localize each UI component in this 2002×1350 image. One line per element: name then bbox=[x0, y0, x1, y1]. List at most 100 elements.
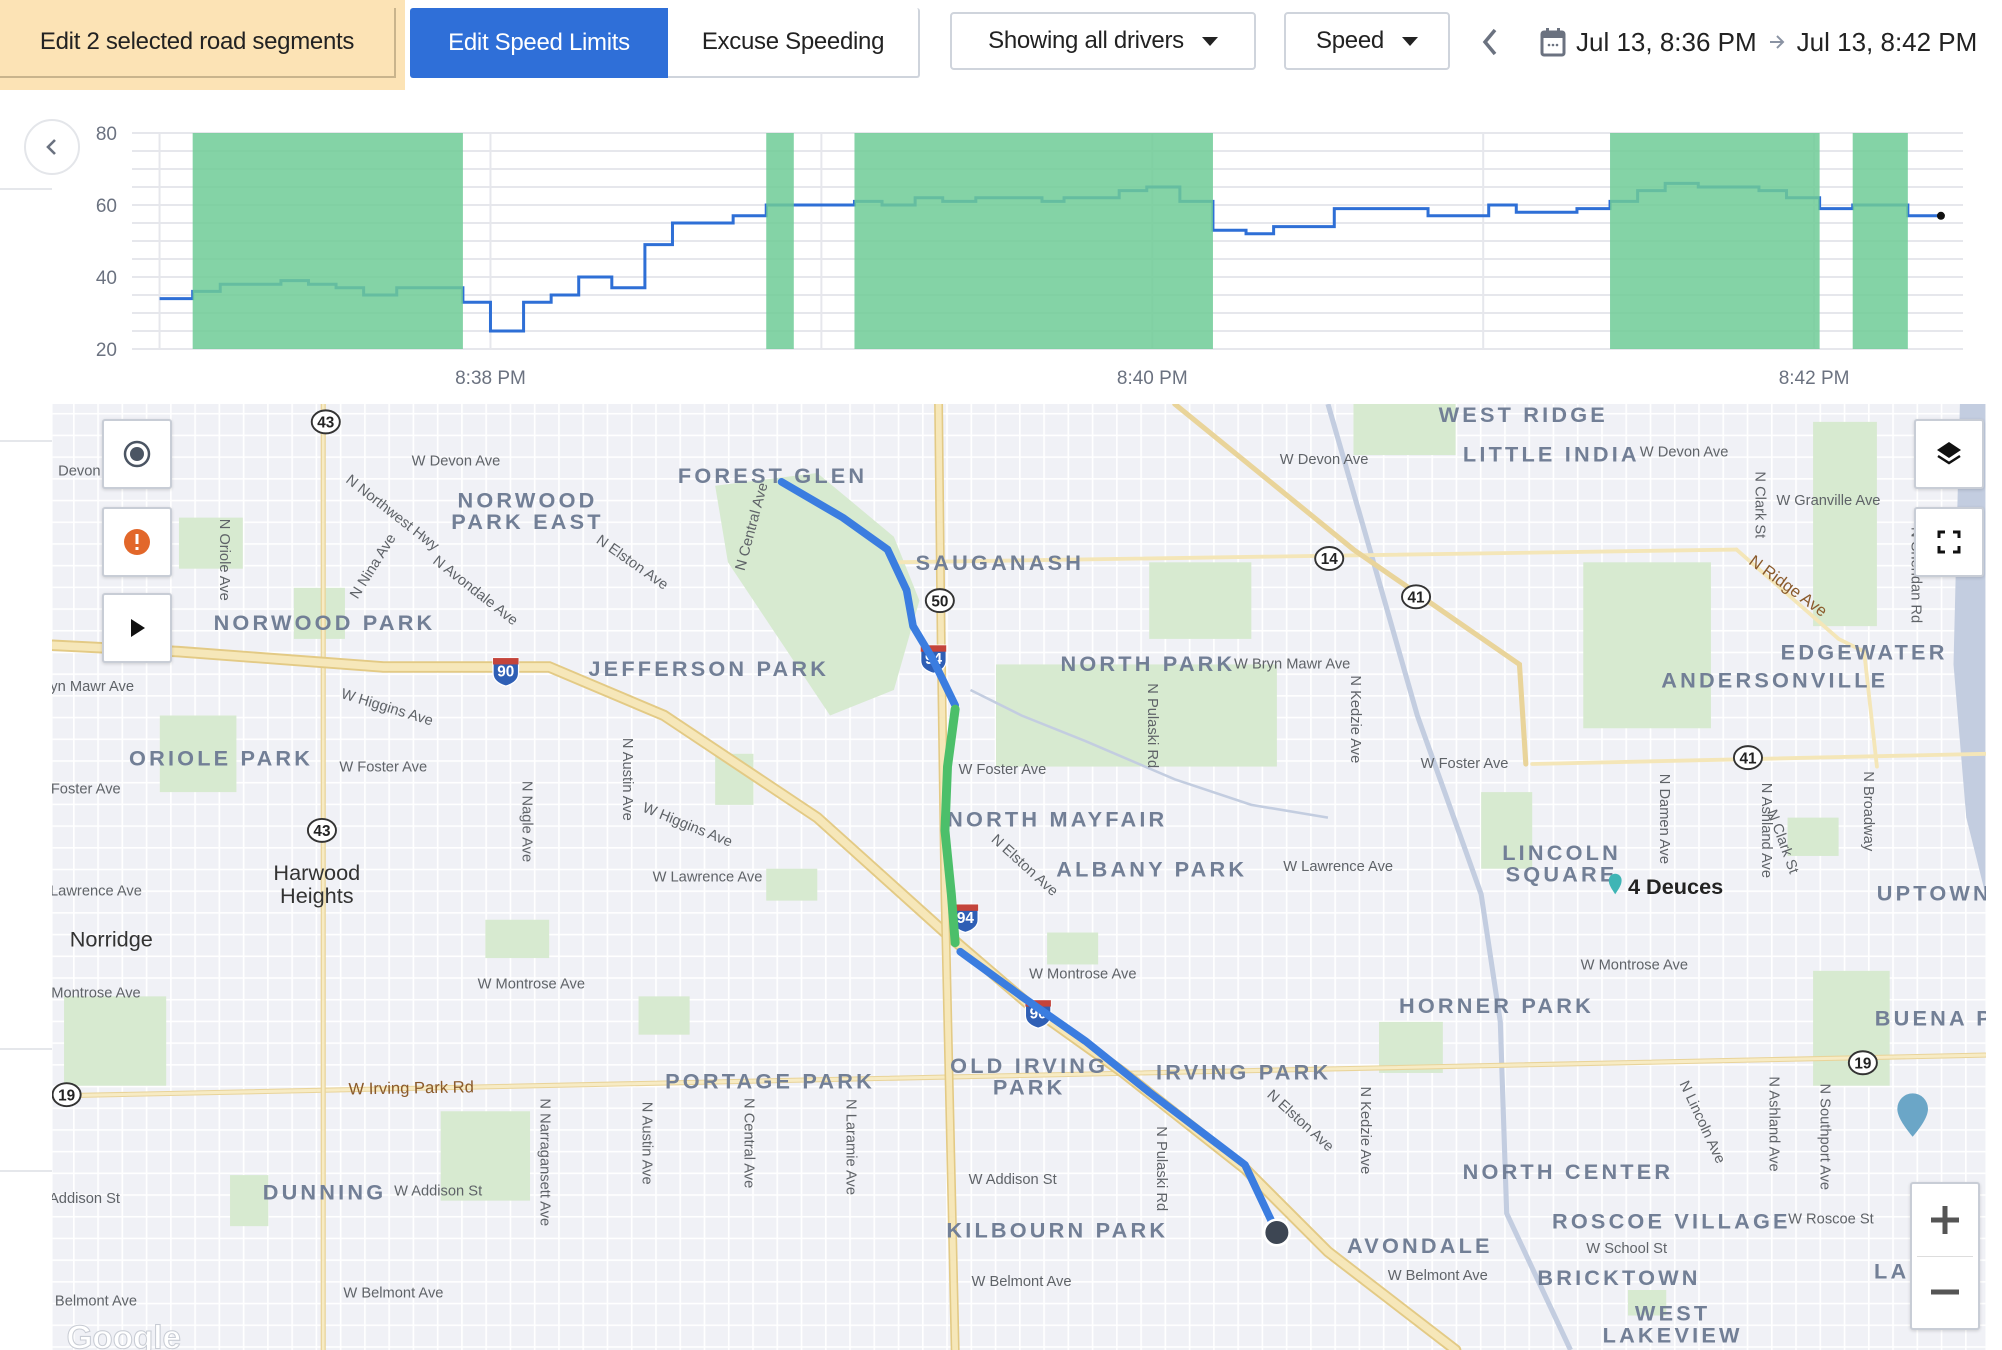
shield-number: 41 bbox=[1408, 590, 1426, 607]
speeding-interval-band[interactable] bbox=[1852, 133, 1908, 349]
major-road-label: W Irving Park Rd bbox=[348, 1077, 474, 1098]
street-label: W Granville Ave bbox=[1776, 493, 1880, 509]
map[interactable]: 43 43 50 14 41 41 19 19 90 94 94 90 WEST RIDGE LITTL… bbox=[52, 404, 1986, 1350]
neighborhood-label: FOREST GLEN bbox=[678, 463, 867, 488]
alerts-button[interactable] bbox=[102, 507, 172, 577]
layers-button[interactable] bbox=[1914, 419, 1984, 489]
neighborhood-label: LITTLE INDIA bbox=[1463, 441, 1640, 466]
zoom-control[interactable] bbox=[1910, 1182, 1980, 1330]
neighborhood-label: NORTH CENTER bbox=[1463, 1159, 1674, 1184]
speeding-interval-band[interactable] bbox=[766, 133, 794, 349]
neighborhood-label: SAUGANASH bbox=[916, 550, 1084, 575]
poi-label: 4 Deuces bbox=[1628, 874, 1723, 899]
street-label: W Belmont Ave bbox=[972, 1274, 1072, 1290]
street-label: W Montrose Ave bbox=[1029, 966, 1136, 982]
speeding-interval-band[interactable] bbox=[854, 133, 1213, 349]
shield-number: 41 bbox=[1739, 750, 1757, 767]
street-label: W Devon Ave bbox=[1280, 452, 1369, 468]
fullscreen-icon bbox=[1937, 530, 1961, 554]
shield-number: 94 bbox=[957, 910, 975, 927]
neighborhood-label: AVONDALE bbox=[1347, 1233, 1493, 1258]
shield-number: 43 bbox=[313, 823, 330, 840]
neighborhood-label: DUNNING bbox=[263, 1179, 387, 1204]
street-label: Addison St bbox=[52, 1191, 120, 1207]
street-label: Montrose Ave bbox=[52, 986, 141, 1002]
shield-number: 14 bbox=[1321, 551, 1339, 568]
current-point bbox=[1936, 211, 1945, 220]
recenter-button[interactable] bbox=[102, 419, 172, 489]
x-tick-label: 8:38 PM bbox=[455, 368, 526, 389]
street-label: W Addison St bbox=[394, 1184, 482, 1200]
y-tick-label: 80 bbox=[96, 124, 117, 145]
street-label: W Foster Ave bbox=[339, 760, 427, 776]
y-tick-label: 20 bbox=[96, 340, 117, 361]
neighborhood-label: BUENA P bbox=[1875, 1006, 1986, 1031]
chevron-left-icon bbox=[46, 139, 56, 155]
play-icon bbox=[131, 619, 145, 637]
neighborhood-label: NORTH MAYFAIR bbox=[947, 807, 1167, 832]
neighborhood-label: PORTAGE PARK bbox=[665, 1068, 875, 1093]
street-label: W School St bbox=[1586, 1241, 1667, 1257]
speeding-interval-band[interactable] bbox=[192, 133, 463, 349]
street-label: N Central Ave bbox=[741, 1098, 757, 1188]
neighborhood-label: LINCOLN SQUARE bbox=[1502, 840, 1621, 887]
neighborhood-label: WEST RIDGE bbox=[1439, 404, 1608, 427]
neighborhood-label: UPTOWN bbox=[1877, 881, 1986, 906]
neighborhood-label: BRICKTOWN bbox=[1537, 1265, 1700, 1290]
chart-collapse-button[interactable] bbox=[24, 119, 80, 175]
neighborhood-label: KILBOURN PARK bbox=[946, 1218, 1168, 1243]
shield-number: 50 bbox=[931, 593, 948, 610]
street-label: W Roscoe St bbox=[1788, 1212, 1874, 1228]
neighborhood-label: ROSCOE VILLAGE bbox=[1552, 1209, 1791, 1234]
neighborhood-label: ORIOLE PARK bbox=[129, 745, 313, 770]
x-tick-label: 8:42 PM bbox=[1779, 368, 1850, 389]
street-label: W Belmont Ave bbox=[1388, 1268, 1488, 1284]
shield-number: 19 bbox=[1854, 1055, 1871, 1072]
play-button[interactable] bbox=[102, 593, 172, 663]
shield-number: 43 bbox=[317, 415, 334, 432]
google-logo: Google bbox=[67, 1320, 181, 1350]
zoom-out-button[interactable] bbox=[1928, 1257, 1962, 1329]
fullscreen-button[interactable] bbox=[1914, 507, 1984, 577]
minus-icon bbox=[1931, 1289, 1959, 1295]
street-label: N Oriole Ave bbox=[216, 519, 232, 601]
street-label: Devon bbox=[58, 463, 100, 479]
street-label: W Montrose Ave bbox=[478, 977, 585, 993]
layers-icon bbox=[1937, 442, 1961, 465]
neighborhood-label: NORWOOD PARK EAST bbox=[451, 487, 603, 534]
street-label: N Nagle Ave bbox=[518, 781, 534, 862]
street-label: N Southport Ave bbox=[1817, 1084, 1833, 1191]
shield-number: 90 bbox=[497, 664, 514, 681]
city-label: Harwood Heights bbox=[273, 860, 360, 908]
vehicle-position-marker[interactable] bbox=[1262, 1218, 1291, 1247]
city-label: Norridge bbox=[70, 927, 153, 952]
street-label: Lawrence Ave bbox=[52, 884, 142, 900]
street-label: yn Mawr Ave bbox=[52, 679, 134, 695]
plus-icon bbox=[1931, 1205, 1959, 1234]
street-label: N Ashland Ave bbox=[1766, 1076, 1782, 1171]
y-tick-label: 40 bbox=[96, 268, 117, 289]
neighborhood-label: EDGEWATER bbox=[1781, 639, 1948, 664]
street-label: Belmont Ave bbox=[55, 1293, 137, 1309]
sidebar-edge bbox=[0, 188, 52, 1350]
street-label: W Belmont Ave bbox=[343, 1286, 443, 1302]
street-label: W Devon Ave bbox=[1640, 444, 1729, 460]
zoom-in-button[interactable] bbox=[1928, 1184, 1962, 1256]
map-canvas[interactable]: 434350144141191990949490 WEST RIDGELITTL… bbox=[52, 404, 1986, 1350]
street-label: N Kedzie Ave bbox=[1357, 1087, 1373, 1175]
street-label: W Lawrence Ave bbox=[653, 869, 763, 885]
speeding-interval-band[interactable] bbox=[1610, 133, 1820, 349]
neighborhood-label: ALBANY PARK bbox=[1056, 856, 1247, 881]
street-label: N Pulaski Rd bbox=[1153, 1126, 1169, 1211]
street-label: N Clark St bbox=[1752, 471, 1768, 538]
neighborhood-label: IRVING PARK bbox=[1156, 1059, 1331, 1084]
street-label: N Kedzie Ave bbox=[1347, 675, 1363, 763]
shield-number: 19 bbox=[58, 1087, 75, 1104]
neighborhood-label: NORTH PARK bbox=[1060, 651, 1235, 676]
street-label: N Damen Ave bbox=[1656, 774, 1672, 864]
speed-chart[interactable]: 20 40 60 80 8:38 PM 8:40 PM 8:42 PM bbox=[0, 0, 2002, 400]
y-tick-label: 60 bbox=[96, 196, 117, 217]
street-label: W Devon Ave bbox=[412, 453, 501, 469]
street-label: W Foster Ave bbox=[1421, 756, 1509, 772]
street-label: N Pulaski Rd bbox=[1144, 683, 1160, 768]
